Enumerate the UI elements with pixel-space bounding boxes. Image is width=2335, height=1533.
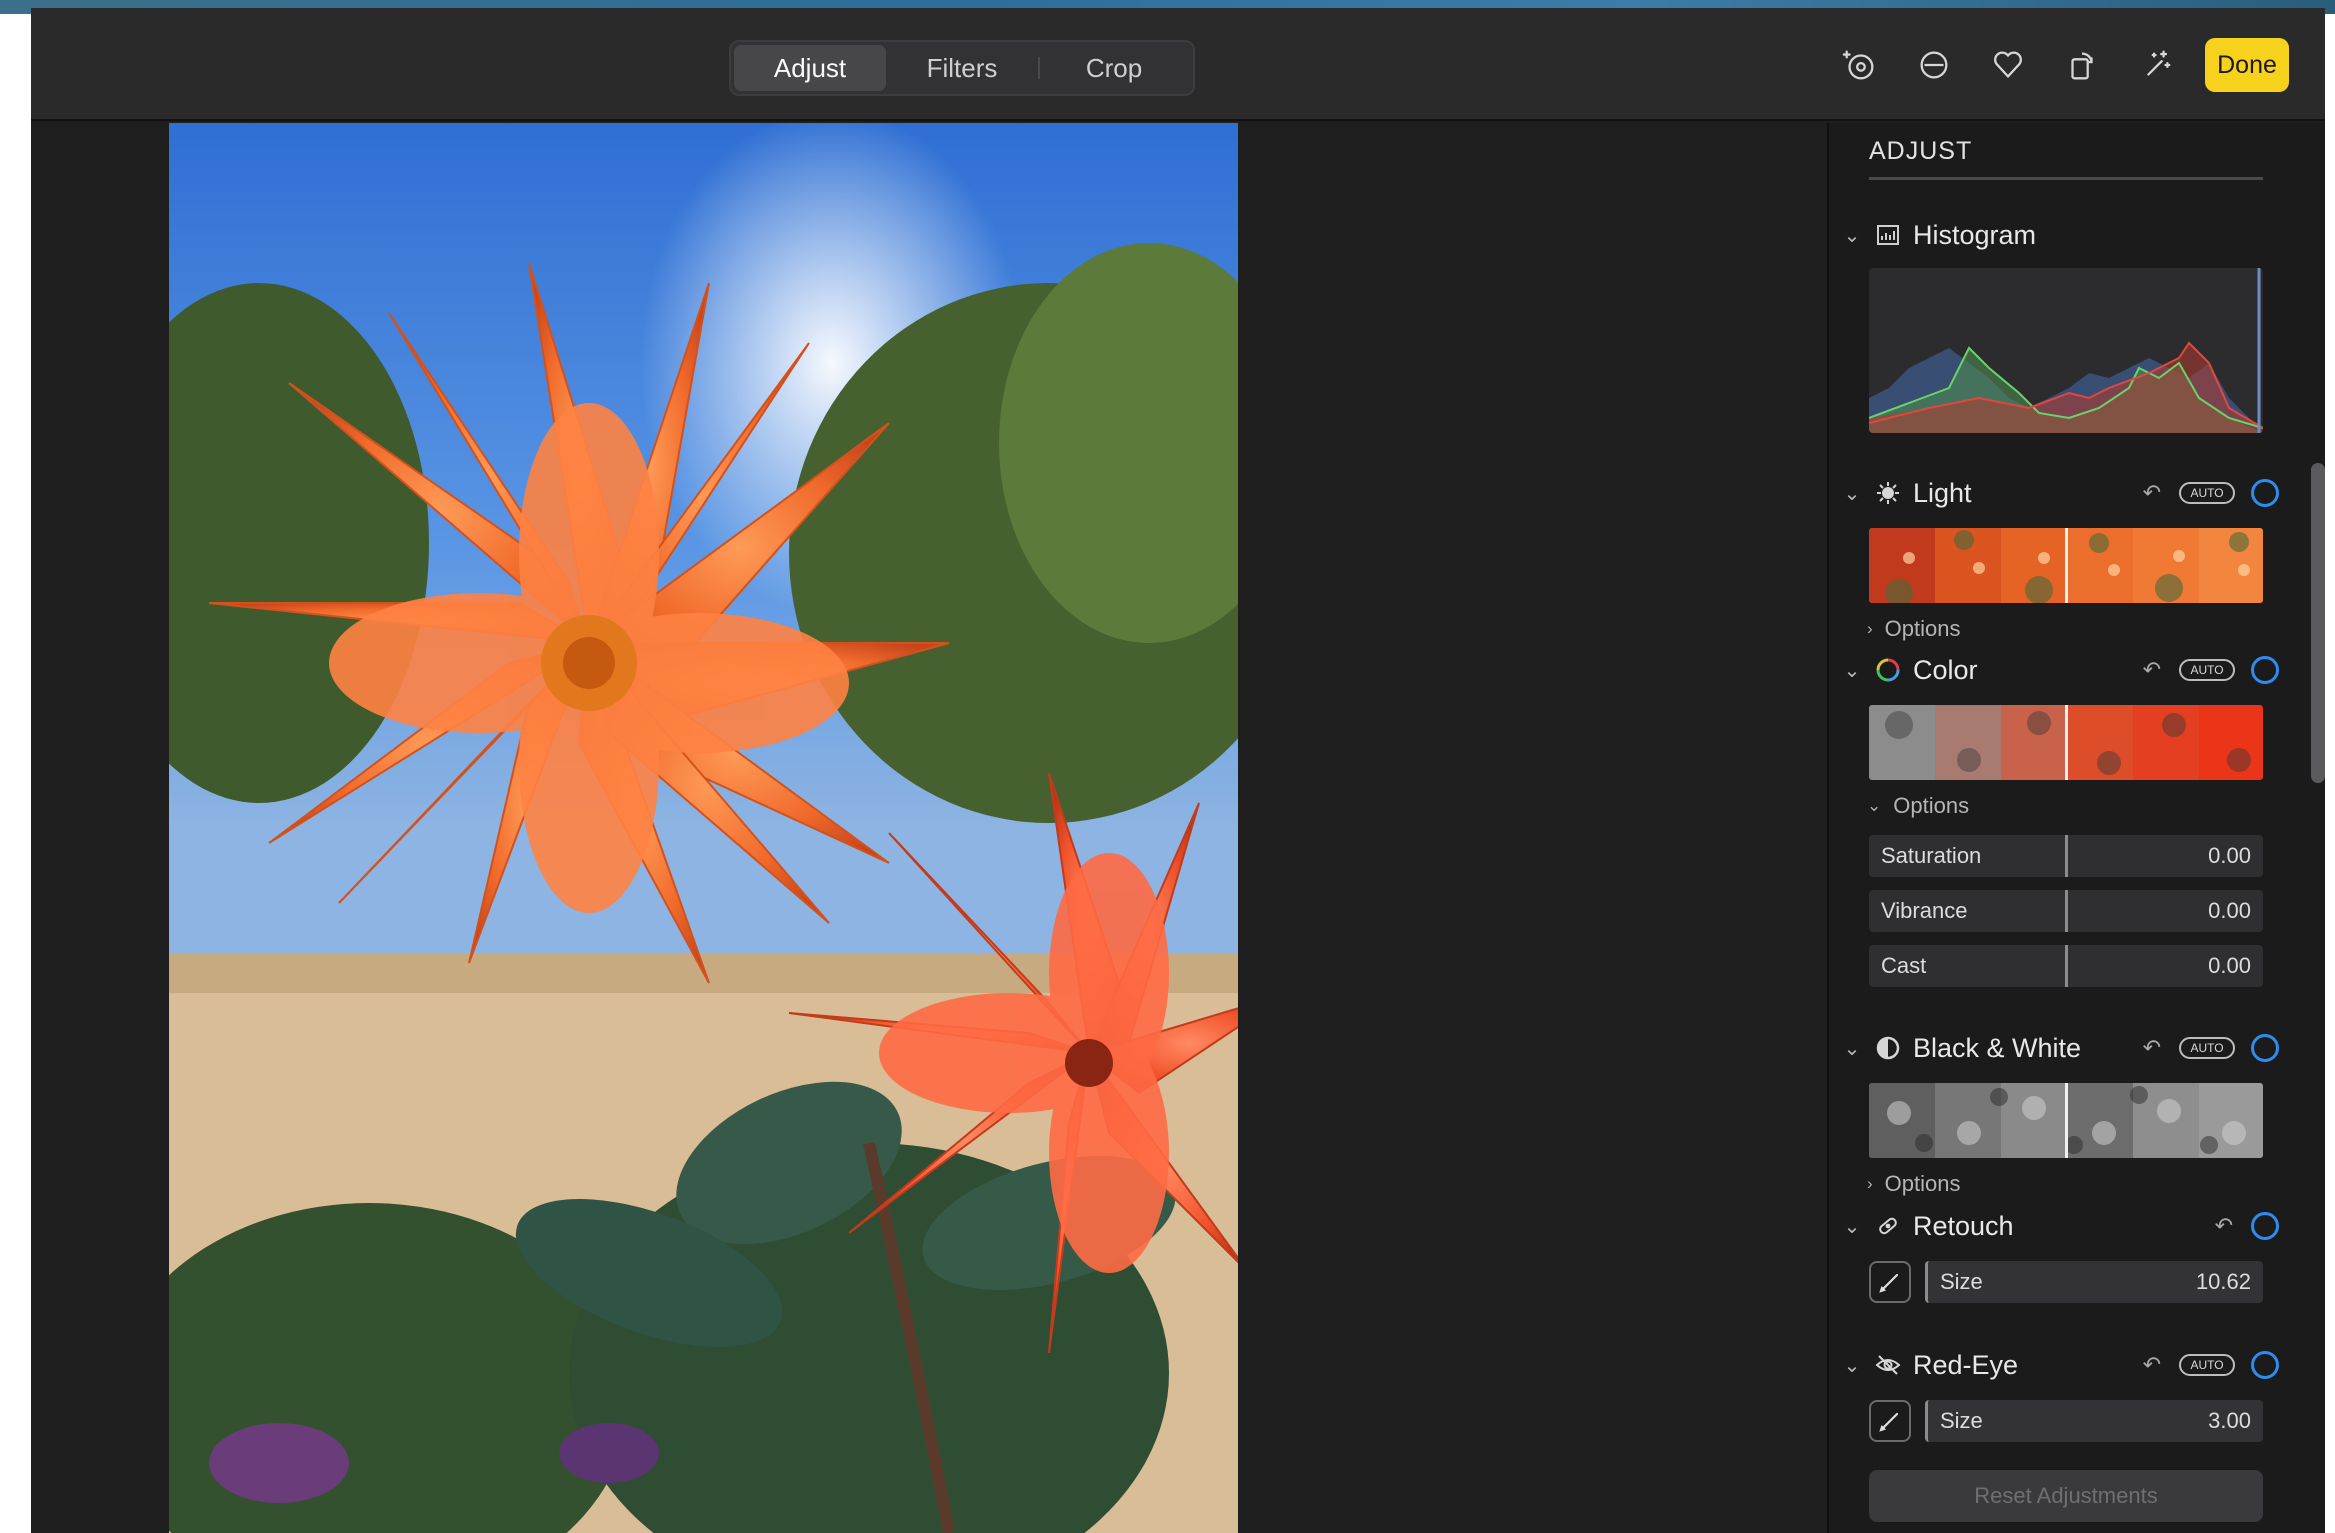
- chevron-down-icon: ⌄: [1843, 659, 1861, 682]
- done-button[interactable]: Done: [2205, 38, 2289, 92]
- light-tools: ↶ AUTO: [2143, 473, 2279, 513]
- retouch-header[interactable]: ⌄ Retouch: [1841, 1206, 2014, 1246]
- red-eye-brush-button[interactable]: [1869, 1400, 1911, 1442]
- adjust-sidebar: ADJUST ⌄ Histogram ⌄ Light ↶ AUTO › Opti…: [1827, 123, 2325, 1533]
- light-options[interactable]: › Options: [1867, 614, 1961, 644]
- light-auto-button[interactable]: AUTO: [2179, 482, 2235, 504]
- photo-canvas[interactable]: [169, 123, 1238, 1533]
- favorite-heart-icon[interactable]: [1979, 36, 2037, 94]
- sun-icon: [1873, 478, 1903, 508]
- cast-label: Cast: [1881, 953, 1927, 978]
- vibrance-value: 0.00: [2208, 898, 2251, 923]
- red-eye-header[interactable]: ⌄ Red-Eye: [1841, 1345, 2018, 1385]
- edit-mode-segmented-control: Adjust Filters Crop: [729, 40, 1195, 96]
- sidebar-scrollbar[interactable]: [2311, 463, 2325, 783]
- light-label: Light: [1913, 477, 1972, 508]
- histogram-graph: [1869, 268, 2263, 433]
- tab-crop[interactable]: Crop: [1038, 45, 1190, 91]
- eye-slash-icon: [1873, 1350, 1903, 1380]
- black-white-header[interactable]: ⌄ Black & White: [1841, 1028, 2081, 1068]
- vibrance-slider[interactable]: Vibrance 0.00: [1869, 890, 2263, 932]
- magic-wand-icon[interactable]: [2127, 36, 2185, 94]
- cast-value: 0.00: [2208, 953, 2251, 978]
- cast-slider[interactable]: Cast 0.00: [1869, 945, 2263, 987]
- color-options[interactable]: ⌄ Options: [1867, 791, 1969, 821]
- chevron-down-icon: ⌄: [1843, 482, 1861, 505]
- retouch-size-slider[interactable]: Size 10.62: [1925, 1261, 2263, 1303]
- red-eye-auto-button[interactable]: AUTO: [2179, 1354, 2235, 1376]
- histogram-label: Histogram: [1913, 219, 2037, 250]
- light-header[interactable]: ⌄ Light: [1841, 473, 1972, 513]
- black-white-preview-strip[interactable]: [1869, 1083, 2263, 1158]
- retouch-size-value: 10.62: [2195, 1269, 2251, 1294]
- light-options-label: Options: [1884, 616, 1961, 641]
- red-eye-size-slider[interactable]: Size 3.00: [1925, 1400, 2263, 1442]
- half-circle-icon: [1873, 1033, 1903, 1063]
- retouch-tools: ↶: [2215, 1206, 2279, 1246]
- black-white-tools: ↶ AUTO: [2143, 1028, 2279, 1068]
- reset-adjustments-button[interactable]: Reset Adjustments: [1869, 1470, 2263, 1522]
- black-white-label: Black & White: [1913, 1032, 2082, 1063]
- retouch-size-label: Size: [1940, 1269, 1983, 1294]
- slider-center-mark: [2065, 835, 2068, 877]
- tab-adjust[interactable]: Adjust: [734, 45, 886, 91]
- color-toggle[interactable]: [2251, 656, 2279, 684]
- histogram-icon: [1873, 220, 1903, 250]
- retouch-brush-button[interactable]: [1869, 1261, 1911, 1303]
- light-preview-strip[interactable]: [1869, 528, 2263, 603]
- black-white-auto-button[interactable]: AUTO: [2179, 1037, 2235, 1059]
- slider-center-mark: [2065, 890, 2068, 932]
- undo-icon[interactable]: ↶: [2143, 480, 2161, 506]
- chevron-down-icon: ⌄: [1843, 1354, 1861, 1377]
- sidebar-divider: [1869, 177, 2263, 180]
- slider-center-mark: [2065, 945, 2068, 987]
- undo-icon[interactable]: ↶: [2215, 1213, 2233, 1239]
- chevron-down-icon: ⌄: [1867, 796, 1882, 815]
- tab-filters[interactable]: Filters: [886, 45, 1038, 91]
- color-options-label: Options: [1893, 793, 1970, 818]
- saturation-value: 0.00: [2208, 843, 2251, 868]
- red-eye-toggle[interactable]: [2251, 1351, 2279, 1379]
- undo-icon[interactable]: ↶: [2143, 1035, 2161, 1061]
- histogram-header[interactable]: ⌄ Histogram: [1841, 215, 2036, 255]
- retouch-toggle[interactable]: [2251, 1212, 2279, 1240]
- color-header[interactable]: ⌄ Color: [1841, 650, 1978, 690]
- color-label: Color: [1913, 654, 1978, 685]
- black-white-toggle[interactable]: [2251, 1034, 2279, 1062]
- saturation-slider[interactable]: Saturation 0.00: [1869, 835, 2263, 877]
- black-white-options[interactable]: › Options: [1867, 1169, 1961, 1199]
- red-eye-size-value: 3.00: [2208, 1408, 2251, 1433]
- edit-toolbar: Adjust Filters Crop Done: [31, 8, 2325, 121]
- chevron-down-icon: ⌄: [1843, 1215, 1861, 1238]
- color-auto-button[interactable]: AUTO: [2179, 659, 2235, 681]
- color-preview-strip[interactable]: [1869, 705, 2263, 780]
- sidebar-title: ADJUST: [1869, 137, 1973, 165]
- toolbar-actions: Done: [1831, 36, 2289, 94]
- saturation-label: Saturation: [1881, 843, 1982, 868]
- photos-edit-window: Adjust Filters Crop Done ADJUST ⌄ Histog…: [31, 8, 2325, 1533]
- light-toggle[interactable]: [2251, 479, 2279, 507]
- black-white-options-label: Options: [1884, 1171, 1961, 1196]
- brush-icon: [1879, 1273, 1899, 1293]
- color-wheel-icon: [1873, 655, 1903, 685]
- red-eye-label: Red-Eye: [1913, 1349, 2019, 1380]
- info-icon[interactable]: [1831, 36, 1889, 94]
- chevron-right-icon: ›: [1867, 619, 1873, 638]
- brush-icon: [1879, 1412, 1899, 1432]
- chevron-right-icon: ›: [1867, 1174, 1873, 1193]
- bandage-icon: [1873, 1211, 1903, 1241]
- rotate-crop-icon[interactable]: [2053, 36, 2111, 94]
- retouch-label: Retouch: [1913, 1210, 2014, 1241]
- chevron-down-icon: ⌄: [1843, 224, 1861, 247]
- rotate-icon[interactable]: [1905, 36, 1963, 94]
- undo-icon[interactable]: ↶: [2143, 657, 2161, 683]
- color-tools: ↶ AUTO: [2143, 650, 2279, 690]
- vibrance-label: Vibrance: [1881, 898, 1968, 923]
- red-eye-tools: ↶ AUTO: [2143, 1345, 2279, 1385]
- undo-icon[interactable]: ↶: [2143, 1352, 2161, 1378]
- red-eye-size-label: Size: [1940, 1408, 1983, 1433]
- chevron-down-icon: ⌄: [1843, 1037, 1861, 1060]
